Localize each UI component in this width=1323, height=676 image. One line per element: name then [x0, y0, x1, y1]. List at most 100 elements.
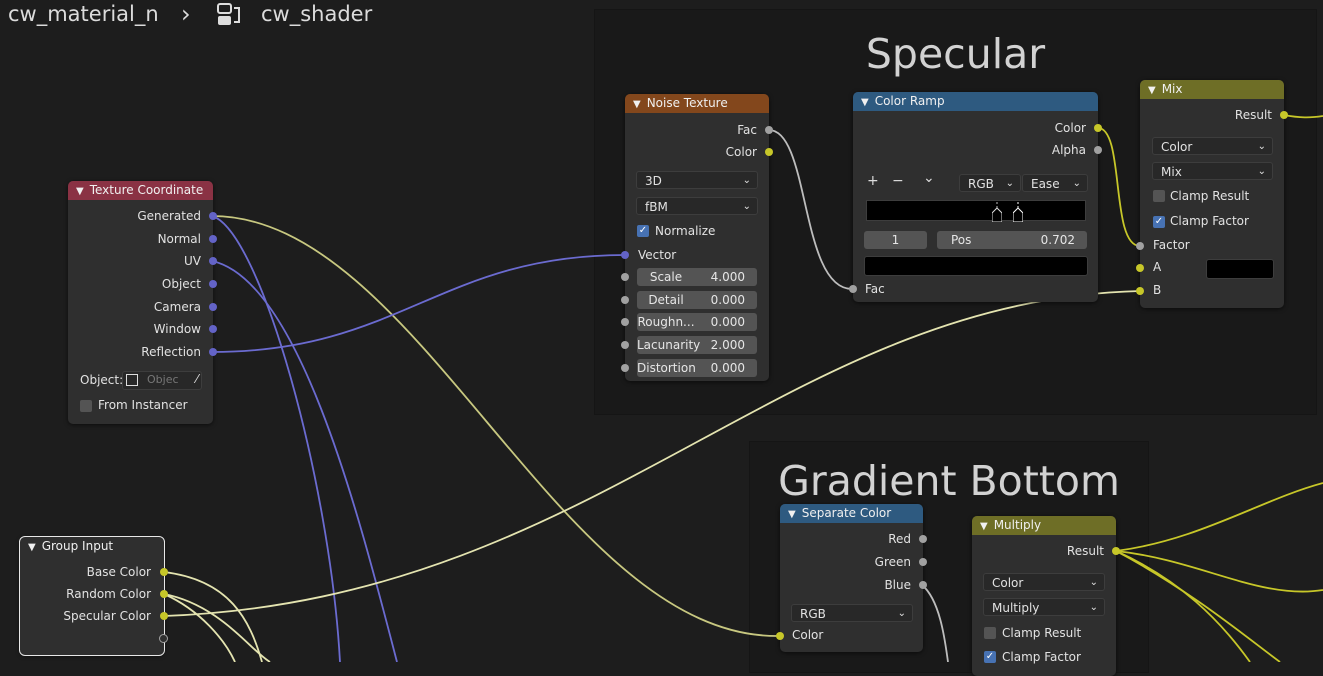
- node-noise-texture[interactable]: ▼ Noise Texture Fac Color 3D ⌄ fBM ⌄ ✓ Norm…: [621, 94, 773, 381]
- clamp-result-checkbox[interactable]: [1153, 190, 1165, 202]
- node-header[interactable]: ▼ Mix: [1140, 80, 1284, 99]
- roughness-field[interactable]: Roughn... 0.000: [637, 313, 757, 331]
- socket-roughness[interactable]: [621, 318, 629, 326]
- eyedropper-icon[interactable]: ⁄: [196, 372, 198, 386]
- socket-camera[interactable]: [209, 303, 217, 311]
- scale-field[interactable]: Scale 4.000: [637, 268, 757, 286]
- clamp-factor-checkbox[interactable]: ✓: [984, 651, 996, 663]
- node-multiply[interactable]: ▼ Multiply Result Color ⌄ Multiply ⌄ Clamp …: [972, 516, 1120, 676]
- socket-object[interactable]: [209, 280, 217, 288]
- socket-fac[interactable]: [849, 285, 857, 293]
- node-header[interactable]: ▼ Color Ramp: [853, 92, 1098, 111]
- dimension-dropdown[interactable]: 3D ⌄: [636, 171, 758, 189]
- output-reflection: Reflection: [141, 345, 201, 359]
- b-label: B: [1153, 283, 1162, 297]
- socket-b[interactable]: [1136, 287, 1144, 295]
- output-red: Red: [888, 532, 911, 546]
- ramp-stop-handle[interactable]: [991, 202, 1003, 223]
- node-header[interactable]: ▼ Multiply: [972, 516, 1116, 535]
- collapse-chevron-icon[interactable]: ▼: [633, 95, 641, 114]
- field-label: Detail: [648, 293, 684, 307]
- stop-position-field[interactable]: Pos 0.702: [937, 231, 1087, 249]
- collapse-chevron-icon[interactable]: ▼: [28, 538, 36, 557]
- socket-vector[interactable]: [621, 251, 629, 259]
- noise-type-dropdown[interactable]: fBM ⌄: [636, 197, 758, 215]
- socket-empty[interactable]: [159, 634, 168, 643]
- blend-mode-dropdown[interactable]: Multiply ⌄: [983, 598, 1105, 616]
- socket-normal[interactable]: [209, 235, 217, 243]
- node-mix[interactable]: ▼ Mix Result Color ⌄ Mix ⌄ Clamp Result ✓ C…: [1136, 80, 1288, 308]
- socket-result[interactable]: [1112, 547, 1120, 555]
- link-blue-out: [921, 584, 949, 662]
- socket-color[interactable]: [776, 632, 784, 640]
- node-header[interactable]: ▼ Separate Color: [780, 504, 923, 523]
- field-value: 0.000: [710, 361, 745, 375]
- clamp-result-checkbox[interactable]: [984, 627, 996, 639]
- socket-alpha[interactable]: [1094, 146, 1102, 154]
- ramp-gradient[interactable]: [866, 200, 1086, 221]
- collapse-chevron-icon[interactable]: ▼: [1148, 81, 1156, 100]
- socket-color[interactable]: [765, 148, 773, 156]
- ramp-menu-button[interactable]: ⌄: [923, 170, 935, 186]
- distortion-field[interactable]: Distortion 0.000: [637, 359, 757, 377]
- socket-uv[interactable]: [209, 257, 217, 265]
- node-color-ramp[interactable]: ▼ Color Ramp Color Alpha + − ⌄ RGB ⌄ Ease ⌄…: [849, 92, 1102, 302]
- interpolation-dropdown[interactable]: Ease ⌄: [1022, 174, 1088, 192]
- field-label: Lacunarity: [637, 338, 701, 352]
- socket-result[interactable]: [1280, 111, 1288, 119]
- socket-factor[interactable]: [1136, 242, 1144, 250]
- socket-color[interactable]: [1094, 124, 1102, 132]
- socket-base-color[interactable]: [160, 568, 168, 576]
- socket-generated[interactable]: [209, 212, 217, 220]
- collapse-chevron-icon[interactable]: ▼: [76, 182, 84, 201]
- output-camera: Camera: [153, 300, 201, 314]
- node-separate-color[interactable]: ▼ Separate Color Red Green Blue RGB ⌄ Colo…: [776, 504, 927, 652]
- socket-fac[interactable]: [765, 126, 773, 134]
- data-type-value: Color: [992, 576, 1024, 590]
- collapse-chevron-icon[interactable]: ▼: [861, 93, 869, 112]
- lacunarity-field[interactable]: Lacunarity 2.000: [637, 336, 757, 354]
- socket-a[interactable]: [1136, 264, 1144, 272]
- from-instancer-checkbox[interactable]: [80, 400, 92, 412]
- node-header[interactable]: ▼ Noise Texture: [625, 94, 769, 113]
- data-type-dropdown[interactable]: Color ⌄: [1152, 137, 1273, 155]
- color-mode-dropdown[interactable]: RGB ⌄: [791, 604, 913, 622]
- blend-mode-dropdown[interactable]: Mix ⌄: [1152, 162, 1273, 180]
- color-mode-dropdown[interactable]: RGB ⌄: [959, 174, 1021, 192]
- data-type-dropdown[interactable]: Color ⌄: [983, 573, 1105, 591]
- socket-blue[interactable]: [919, 581, 927, 589]
- socket-reflection[interactable]: [209, 348, 217, 356]
- remove-stop-button[interactable]: −: [892, 173, 904, 189]
- object-field[interactable]: Objec ⁄: [122, 371, 202, 390]
- socket-lacunarity[interactable]: [621, 341, 629, 349]
- socket-red[interactable]: [919, 535, 927, 543]
- stop-index-field[interactable]: 1: [864, 231, 927, 249]
- link-fac-to-ramp: [768, 129, 853, 290]
- chevron-down-icon: ⌄: [742, 175, 751, 186]
- socket-distortion[interactable]: [621, 364, 629, 372]
- collapse-chevron-icon[interactable]: ▼: [980, 517, 988, 536]
- node-title: Texture Coordinate: [89, 183, 204, 197]
- output-result: Result: [1234, 108, 1272, 122]
- ramp-stop-handle-active[interactable]: [1012, 202, 1024, 223]
- stop-color-swatch[interactable]: [864, 256, 1088, 276]
- collapse-chevron-icon[interactable]: ▼: [788, 505, 796, 524]
- socket-green[interactable]: [919, 558, 927, 566]
- chevron-down-icon: ⌄: [1257, 166, 1266, 177]
- socket-detail[interactable]: [621, 296, 629, 304]
- socket-random-color[interactable]: [160, 590, 168, 598]
- socket-specular-color[interactable]: [160, 612, 168, 620]
- output-object: Object: [161, 277, 201, 291]
- detail-field[interactable]: Detail 0.000: [637, 291, 757, 309]
- add-stop-button[interactable]: +: [867, 173, 879, 189]
- node-texture-coordinate[interactable]: ▼ Texture Coordinate Generated Normal UV …: [68, 181, 217, 424]
- node-header[interactable]: ▼ Texture Coordinate: [68, 181, 213, 200]
- normalize-checkbox[interactable]: ✓: [637, 225, 649, 237]
- clamp-factor-checkbox[interactable]: ✓: [1153, 216, 1165, 228]
- node-header[interactable]: ▼ Group Input: [20, 537, 164, 556]
- node-group-input[interactable]: ▼ Group Input Base Color Random Color Spe…: [19, 536, 168, 656]
- socket-window[interactable]: [209, 325, 217, 333]
- link-random-color: [163, 593, 236, 662]
- socket-scale[interactable]: [621, 273, 629, 281]
- a-color-swatch[interactable]: [1206, 259, 1274, 279]
